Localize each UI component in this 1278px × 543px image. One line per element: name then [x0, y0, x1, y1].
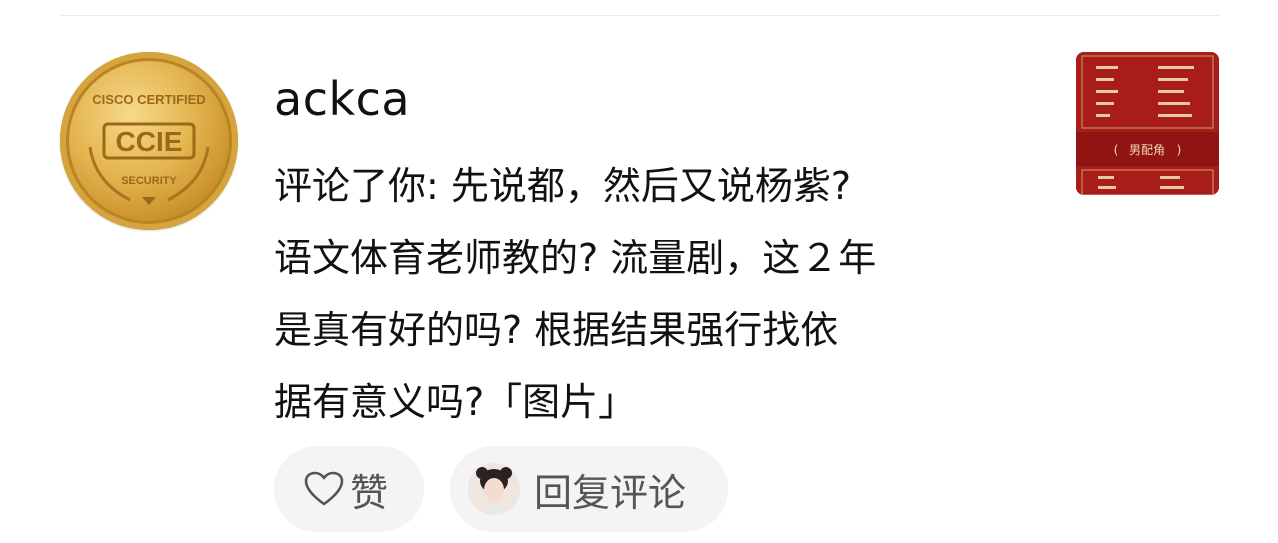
svg-text:CISCO CERTIFIED: CISCO CERTIFIED [92, 92, 205, 107]
post-thumbnail[interactable]: 男配角 ( ) [1076, 52, 1219, 195]
username[interactable]: ackca [274, 72, 410, 126]
my-avatar [468, 463, 520, 515]
like-label: 赞 [350, 470, 389, 515]
comment-line: 据有意义吗?「图片」 [274, 380, 637, 424]
svg-text:(: ( [1114, 143, 1119, 157]
comment-text: 评论了你: 先说都，然后又说杨紫? 语文体育老师教的? 流量剧，这２年 是真有好… [274, 150, 1074, 438]
heart-icon [304, 469, 344, 509]
reply-label: 回复评论 [534, 470, 687, 515]
thumbnail-image: 男配角 ( ) [1076, 52, 1219, 195]
comment-line: 是真有好的吗? 根据结果强行找依 [274, 308, 839, 352]
comment-line: 评论了你: 先说都，然后又说杨紫? [274, 164, 852, 208]
svg-text:SECURITY: SECURITY [121, 175, 177, 187]
svg-text:): ) [1177, 143, 1182, 157]
ccie-badge-icon: CISCO CERTIFIED CCIE SECURITY [88, 92, 210, 205]
svg-text:男配角: 男配角 [1129, 143, 1165, 157]
top-divider [60, 15, 1220, 16]
user-avatar[interactable]: CISCO CERTIFIED CCIE SECURITY [60, 52, 238, 230]
comment-line: 语文体育老师教的? 流量剧，这２年 [274, 236, 877, 280]
reply-button[interactable]: 回复评论 [450, 446, 728, 532]
like-button[interactable]: 赞 [274, 446, 424, 532]
svg-text:CCIE: CCIE [116, 126, 183, 157]
